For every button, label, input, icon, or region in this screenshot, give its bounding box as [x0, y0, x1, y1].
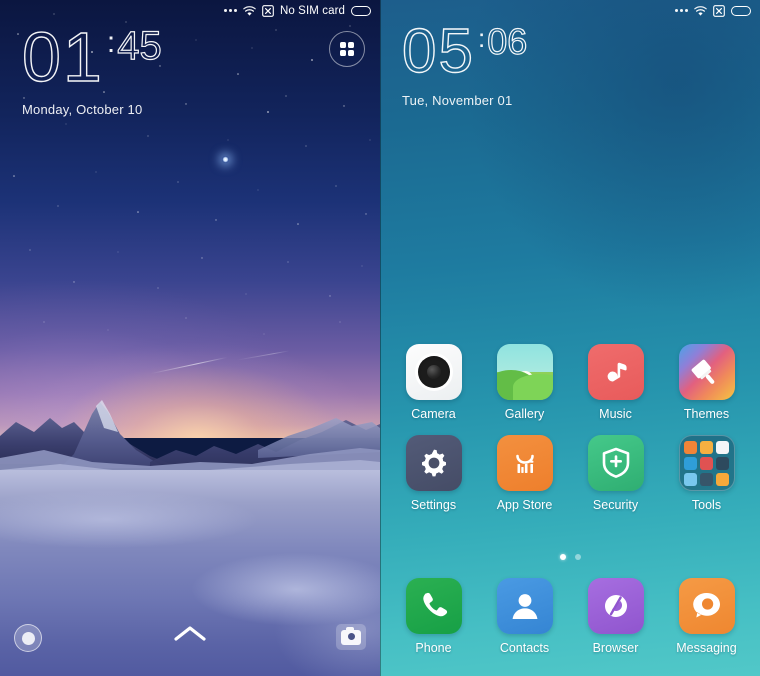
app-app-store[interactable]: App Store: [484, 435, 566, 512]
battery-icon: [351, 6, 371, 16]
app-themes[interactable]: Themes: [666, 344, 748, 421]
homescreen-clock-widget[interactable]: 05 : 06 Tue, November 01: [401, 17, 528, 108]
circle-shortcut-icon[interactable]: [14, 624, 42, 652]
music-note-icon: [587, 344, 644, 400]
chevron-up-icon[interactable]: [172, 624, 208, 644]
app-tools-folder[interactable]: Tools: [666, 435, 748, 512]
homescreen-status-bar: [380, 0, 760, 22]
app-grid: Camera Gallery Music Themes Settings App…: [380, 344, 760, 526]
person-icon: [496, 578, 553, 634]
no-signal-icon: [713, 5, 725, 17]
speech-bubble-icon: [678, 578, 735, 634]
gear-icon: [405, 435, 462, 491]
app-label: Settings: [410, 498, 457, 512]
no-signal-icon: [262, 5, 274, 17]
app-label: Themes: [683, 407, 730, 421]
wifi-icon: [694, 5, 707, 16]
app-browser[interactable]: Browser: [575, 578, 657, 655]
page-dot[interactable]: [574, 554, 581, 560]
app-gallery[interactable]: Gallery: [484, 344, 566, 421]
lockscreen-bottom-bar: [0, 618, 380, 666]
dock-row: Phone Contacts Browser Messaging: [380, 578, 760, 655]
camera-icon: [405, 344, 462, 400]
dual-screenshot-container: No SIM card 01 : 45 Monday, October 10 0…: [0, 0, 760, 676]
app-label: Gallery: [504, 407, 545, 421]
carrier-label: No SIM card: [279, 5, 345, 17]
app-phone[interactable]: Phone: [393, 578, 475, 655]
folder-grid-icon: [678, 435, 735, 491]
app-label: Messaging: [676, 641, 737, 655]
app-label: Phone: [415, 641, 452, 655]
lockscreen-clock-minutes: 45: [117, 24, 163, 68]
wifi-icon: [243, 5, 256, 16]
camera-shortcut-icon[interactable]: [336, 624, 366, 650]
app-label: App Store: [496, 498, 553, 512]
browser-swirl-icon: [587, 578, 644, 634]
app-label: Camera: [411, 407, 456, 421]
lockscreen-clock-hours: 01: [21, 18, 104, 96]
app-row-2: Settings App Store Security Tools: [380, 435, 760, 512]
shield-plus-icon: [587, 435, 644, 491]
app-settings[interactable]: Settings: [393, 435, 475, 512]
app-messaging[interactable]: Messaging: [666, 578, 748, 655]
app-label: Contacts: [499, 641, 550, 655]
mi-bag-icon: [496, 435, 553, 491]
paintbrush-icon: [678, 344, 735, 400]
app-security[interactable]: Security: [575, 435, 657, 512]
lock-screen: No SIM card 01 : 45 Monday, October 10: [0, 0, 380, 676]
page-dot-active[interactable]: [559, 554, 566, 560]
phone-handset-icon: [405, 578, 462, 634]
bright-star: [222, 156, 229, 163]
home-screen: 05 : 06 Tue, November 01 Camera Gallery: [380, 0, 760, 676]
app-label: Tools: [691, 498, 722, 512]
screen-divider: [380, 0, 381, 676]
lockscreen-clock-separator: :: [106, 26, 116, 59]
app-shortcuts-button[interactable]: [329, 31, 365, 67]
app-music[interactable]: Music: [575, 344, 657, 421]
app-label: Music: [599, 407, 632, 421]
lockscreen-date: Monday, October 10: [22, 102, 143, 117]
homescreen-clock-hours: 05: [401, 17, 475, 86]
page-indicator[interactable]: [380, 554, 760, 560]
app-label: Security: [592, 498, 639, 512]
app-label: Browser: [592, 641, 639, 655]
dock: Phone Contacts Browser Messaging: [380, 578, 760, 655]
four-dots-grid-icon: [339, 41, 355, 57]
battery-icon: [731, 6, 751, 16]
app-contacts[interactable]: Contacts: [484, 578, 566, 655]
three-dots-icon: [675, 9, 688, 12]
app-row-1: Camera Gallery Music Themes: [380, 344, 760, 421]
three-dots-icon: [223, 9, 237, 12]
lockscreen-clock: 01 : 45 Monday, October 10: [21, 18, 163, 117]
homescreen-date: Tue, November 01: [402, 93, 513, 108]
app-camera[interactable]: Camera: [393, 344, 475, 421]
gallery-icon: [496, 344, 553, 400]
homescreen-clock-separator: :: [477, 23, 486, 53]
homescreen-clock-minutes: 06: [487, 21, 528, 62]
